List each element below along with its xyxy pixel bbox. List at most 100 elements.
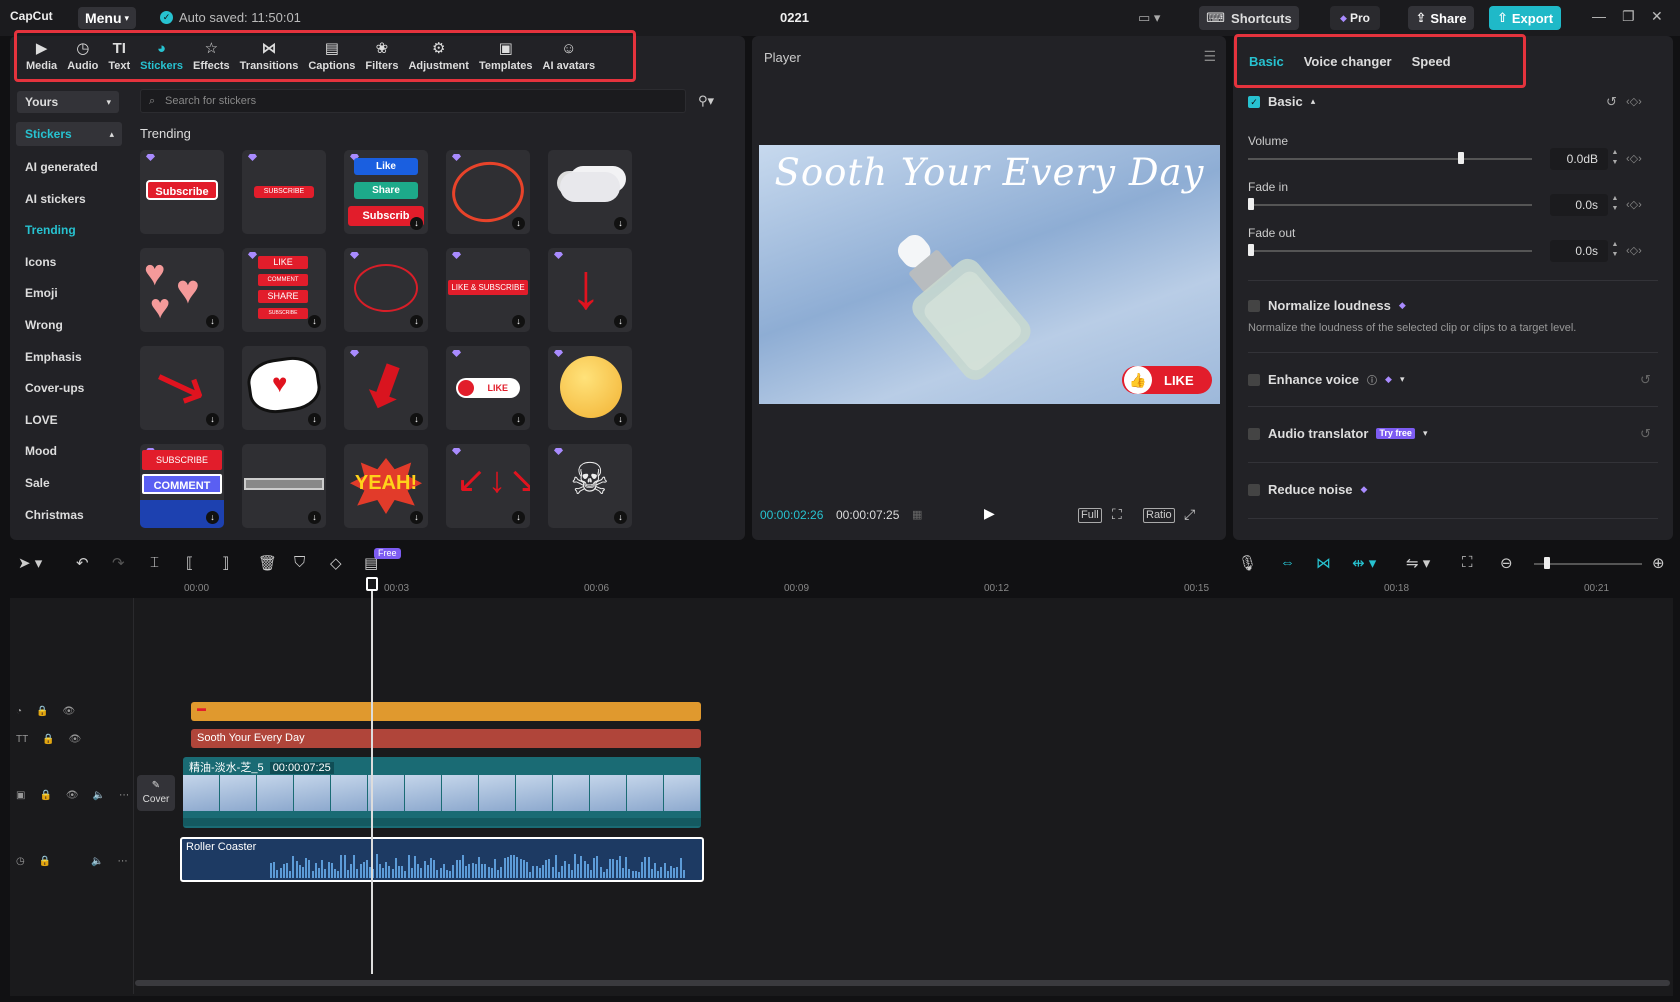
export-button[interactable]: ⇧ Export — [1489, 6, 1561, 30]
eye-icon[interactable]: 👁 — [63, 706, 76, 717]
download-icon[interactable]: ↓ — [512, 315, 525, 328]
sticker-subscribe-red[interactable]: Subscribe — [140, 150, 224, 234]
download-icon[interactable]: ↓ — [308, 413, 321, 426]
share-button[interactable]: ⇪ Share — [1408, 6, 1474, 30]
cover-button[interactable]: ✎ Cover — [137, 775, 175, 811]
category-ai-stickers[interactable]: AI stickers — [16, 184, 122, 216]
sticker-subscribe-comment[interactable]: SUBSCRIBE COMMENT ↓ — [140, 444, 224, 528]
audio-translator-checkbox[interactable] — [1248, 427, 1260, 440]
tab-audio[interactable]: ◷ Audio — [62, 40, 103, 72]
tab-text[interactable]: TI Text — [103, 40, 135, 72]
reset-icon[interactable]: ↺ — [1640, 372, 1651, 388]
speaker-icon[interactable]: 🔈 — [91, 856, 103, 867]
download-icon[interactable]: ↓ — [512, 217, 525, 230]
sticker-source-dropdown[interactable]: Yours ▾ — [17, 91, 119, 113]
zoom-fit-icon[interactable]: ⛶ — [1112, 506, 1122, 523]
download-icon[interactable]: ↓ — [308, 511, 321, 524]
magnet-icon[interactable]: ⋈ — [1316, 554, 1331, 572]
sticker-speech-heart[interactable]: ♥ ↓ — [242, 346, 326, 430]
category-stickers[interactable]: Stickers ▴ — [16, 122, 122, 146]
sticker-curved-arrow[interactable]: ↘ ↓ — [140, 346, 224, 430]
sticker-like-share-subscribe[interactable]: Like Share Subscrib ↓ — [344, 150, 428, 234]
sticker-like-subscribe[interactable]: LIKE & SUBSCRIBE ↓ — [446, 248, 530, 332]
sticker-search-input[interactable]: ⌕ Search for stickers — [140, 89, 686, 113]
category-sale[interactable]: Sale — [16, 468, 122, 500]
sticker-red-circle[interactable]: ↓ — [446, 150, 530, 234]
sticker-hearts[interactable]: ♥ ♥ ♥ ↓ — [140, 248, 224, 332]
tab-basic[interactable]: Basic — [1249, 54, 1284, 69]
download-icon[interactable]: ↓ — [512, 511, 525, 524]
enhance-voice-row[interactable]: Enhance voice ⓘ ◆ ▾ — [1248, 372, 1405, 387]
maximize-icon[interactable]: ❐ — [1622, 8, 1635, 25]
sticker-subscribe-small[interactable]: SUBSCRIBE — [242, 150, 326, 234]
more-icon[interactable]: ⋯ — [119, 790, 129, 801]
fade-out-slider[interactable] — [1248, 250, 1532, 252]
download-icon[interactable]: ↓ — [410, 315, 423, 328]
tab-adjustment[interactable]: ⚙ Adjustment — [403, 40, 474, 72]
reset-icon[interactable]: ↺ — [1640, 426, 1651, 442]
time-ruler[interactable]: 00:00 00:03 00:06 00:09 00:12 00:15 00:1… — [180, 579, 1670, 595]
sticker-thinking-emoji[interactable]: ↓ — [548, 346, 632, 430]
fullscreen-icon[interactable]: ⤢ — [1184, 506, 1195, 523]
enhance-voice-checkbox[interactable] — [1248, 373, 1260, 386]
play-button[interactable]: ▶ — [984, 505, 995, 522]
playhead-handle[interactable] — [366, 577, 378, 591]
close-icon[interactable]: ✕ — [1651, 8, 1663, 25]
reset-icon[interactable]: ↺ — [1606, 94, 1617, 110]
video-title-overlay[interactable]: Sooth Your Every Day — [759, 151, 1220, 194]
fit-timeline-icon[interactable]: ⛶ — [1462, 554, 1473, 571]
reduce-noise-checkbox[interactable] — [1248, 483, 1260, 496]
download-icon[interactable]: ↓ — [206, 315, 219, 328]
sticker-like-pill[interactable]: LIKE ↓ — [446, 346, 530, 430]
lock-icon[interactable]: 🔒 — [36, 706, 48, 717]
download-icon[interactable]: ↓ — [614, 413, 627, 426]
tab-media[interactable]: ▶ Media — [21, 40, 62, 72]
category-mood[interactable]: Mood — [16, 436, 122, 468]
timeline-scrollbar[interactable] — [135, 980, 1670, 986]
download-icon[interactable]: ↓ — [614, 511, 627, 524]
volume-slider[interactable] — [1248, 158, 1532, 160]
download-icon[interactable]: ↓ — [410, 217, 423, 230]
audio-translator-row[interactable]: Audio translator Try free ▾ — [1248, 426, 1427, 441]
keyframe-icon[interactable]: ‹◇› — [1626, 95, 1642, 108]
speaker-icon[interactable]: 🔈 — [93, 790, 105, 801]
ratio-button[interactable]: Ratio — [1143, 508, 1175, 523]
sticker-skull[interactable]: ☠ ↓ — [548, 444, 632, 528]
normalize-checkbox[interactable] — [1248, 299, 1260, 312]
sticker-clip[interactable]: ▬ — [191, 702, 701, 721]
fade-out-value-input[interactable]: 0.0s — [1550, 240, 1608, 262]
sticker-yeah[interactable]: YEAH! ↓ — [344, 444, 428, 528]
basic-checkbox[interactable]: ✓ — [1248, 95, 1260, 108]
fade-in-stepper[interactable]: ▲ ▼ — [1610, 194, 1620, 216]
shield-icon[interactable]: ◇ — [330, 554, 342, 572]
download-icon[interactable]: ↓ — [308, 315, 321, 328]
volume-slider-handle[interactable] — [1458, 152, 1464, 164]
reduce-noise-row[interactable]: Reduce noise ◆ — [1248, 482, 1367, 497]
mark-icon[interactable]: ⛉ — [294, 554, 305, 571]
like-sticker-overlay[interactable]: 👍 LIKE — [1122, 366, 1212, 394]
lock-icon[interactable]: 🔒 — [39, 856, 51, 867]
download-icon[interactable]: ↓ — [614, 315, 627, 328]
undo-icon[interactable]: ↶ — [76, 554, 89, 572]
split-left-icon[interactable]: ⟦ — [186, 554, 193, 572]
preview-axis-icon[interactable]: ⇹ ▾ — [1352, 554, 1376, 572]
select-tool-icon[interactable]: ➤ ▾ — [18, 554, 42, 572]
filter-icon[interactable]: ⚲▾ — [698, 93, 714, 109]
pro-button[interactable]: ◆ Pro — [1330, 6, 1380, 30]
basic-section-header[interactable]: ✓ Basic ▴ — [1248, 94, 1315, 109]
menu-button[interactable]: Menu ▾ — [78, 7, 136, 29]
tab-filters[interactable]: ❀ Filters — [360, 40, 403, 72]
download-icon[interactable]: ↓ — [206, 511, 219, 524]
link-clips-icon[interactable]: ⇔ — [1280, 554, 1295, 571]
minimize-icon[interactable]: — — [1592, 8, 1606, 24]
full-button[interactable]: Full — [1078, 508, 1102, 523]
download-icon[interactable]: ↓ — [410, 413, 423, 426]
sticker-3d-arrow[interactable]: ⬇ ↓ — [344, 346, 428, 430]
tab-speed[interactable]: Speed — [1412, 54, 1451, 69]
download-icon[interactable]: ↓ — [512, 413, 525, 426]
delete-icon[interactable]: 🗑 — [258, 554, 277, 572]
tab-captions[interactable]: ▤ Captions — [303, 40, 360, 72]
category-cover-ups[interactable]: Cover-ups — [16, 373, 122, 405]
timeline-zoom-slider[interactable] — [1534, 563, 1642, 565]
volume-stepper[interactable]: ▲ ▼ — [1610, 148, 1620, 170]
